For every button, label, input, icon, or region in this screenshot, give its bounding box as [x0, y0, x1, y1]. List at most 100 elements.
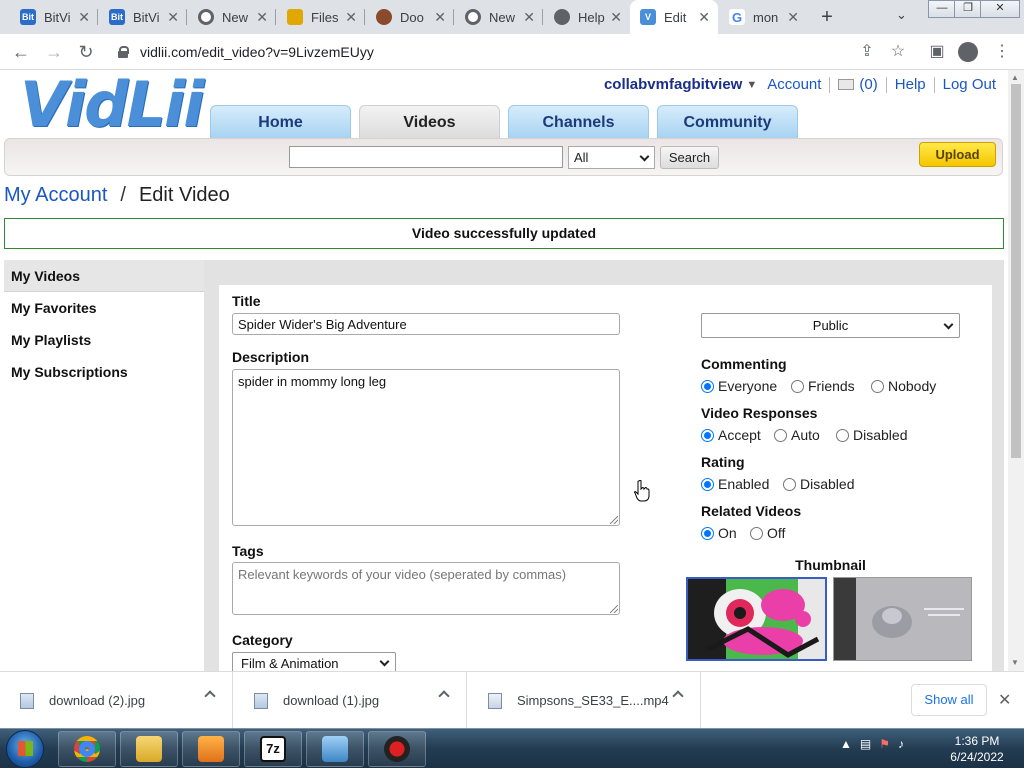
chevron-up-icon[interactable]: ▲: [840, 737, 852, 751]
close-icon[interactable]: ✕: [998, 690, 1011, 710]
thumbnail-option-selected[interactable]: [686, 577, 827, 661]
help-link[interactable]: Help: [895, 76, 926, 93]
browser-tab[interactable]: Help ✕: [544, 0, 630, 34]
browser-tab[interactable]: Bit BitVi ✕: [10, 0, 98, 34]
resize-handle-icon[interactable]: [610, 605, 618, 613]
thumbnail-option[interactable]: [833, 577, 972, 661]
radio-selected[interactable]: [701, 526, 714, 540]
browser-tab[interactable]: G mon ✕: [719, 0, 807, 34]
network-icon[interactable]: ▤: [860, 737, 871, 751]
close-tab-icon[interactable]: ✕: [523, 9, 535, 25]
description-textarea[interactable]: spider in mommy long leg: [232, 369, 620, 526]
browser-tab[interactable]: Files ✕: [277, 0, 365, 34]
search-input[interactable]: [289, 146, 563, 168]
related-off-radio[interactable]: Off: [750, 525, 785, 541]
chevron-up-icon[interactable]: [438, 690, 450, 702]
close-tab-icon[interactable]: ✕: [256, 9, 268, 25]
new-tab-button[interactable]: +: [817, 6, 837, 29]
nav-tab-home[interactable]: Home: [210, 105, 351, 138]
chevron-up-icon[interactable]: [204, 690, 216, 702]
browser-tab[interactable]: Bit BitVi ✕: [99, 0, 187, 34]
browser-tab[interactable]: New ✕: [188, 0, 276, 34]
radio-unselected[interactable]: [750, 526, 763, 540]
close-tab-icon[interactable]: ✕: [434, 9, 446, 25]
close-window-button[interactable]: ✕: [980, 0, 1020, 18]
scroll-up-arrow-icon[interactable]: ▲: [1011, 73, 1019, 82]
radio-unselected[interactable]: [791, 379, 804, 393]
privacy-select[interactable]: Public: [701, 313, 960, 338]
responses-disabled-radio[interactable]: Disabled: [836, 427, 907, 443]
taskbar-clock[interactable]: 1:36 PM 6/24/2022: [940, 733, 1014, 765]
taskbar-explorer[interactable]: [120, 731, 178, 767]
username-link[interactable]: collabvmfagbitview: [604, 76, 742, 93]
browser-tab[interactable]: Doo ✕: [366, 0, 454, 34]
close-tab-icon[interactable]: ✕: [167, 9, 179, 25]
download-item[interactable]: download (1).jpg: [234, 672, 467, 729]
profile-avatar-icon[interactable]: [958, 42, 978, 62]
mail-icon[interactable]: [838, 79, 855, 90]
action-center-icon[interactable]: ⚑: [879, 737, 890, 751]
radio-unselected[interactable]: [871, 379, 884, 393]
browser-tab-active[interactable]: V Edit ✕: [630, 0, 718, 34]
close-tab-icon[interactable]: ✕: [345, 9, 357, 25]
responses-accept-radio[interactable]: Accept: [701, 427, 761, 443]
rating-enabled-radio[interactable]: Enabled: [701, 476, 769, 492]
close-tab-icon[interactable]: ✕: [787, 9, 799, 25]
logout-link[interactable]: Log Out: [943, 76, 996, 93]
radio-unselected[interactable]: [783, 477, 796, 491]
reload-icon[interactable]: ↻: [75, 41, 97, 63]
maximize-button[interactable]: ❐: [954, 0, 982, 18]
sidebar-item-my-videos[interactable]: My Videos: [4, 260, 204, 292]
bookmark-star-icon[interactable]: ☆: [888, 42, 908, 62]
download-item[interactable]: Simpsons_SE33_E....mp4: [468, 672, 701, 729]
search-category-select[interactable]: All: [568, 146, 655, 169]
upload-button[interactable]: Upload: [919, 142, 996, 167]
tab-search-button[interactable]: ⌄: [896, 7, 907, 23]
rating-disabled-radio[interactable]: Disabled: [783, 476, 854, 492]
commenting-friends-radio[interactable]: Friends: [791, 378, 855, 394]
search-button[interactable]: Search: [660, 146, 719, 169]
close-tab-icon[interactable]: ✕: [78, 9, 90, 25]
volume-icon[interactable]: ♪: [898, 737, 904, 751]
radio-unselected[interactable]: [836, 428, 849, 442]
share-icon[interactable]: ⇪: [857, 42, 877, 62]
sidebar-item-my-playlists[interactable]: My Playlists: [4, 324, 204, 356]
commenting-everyone-radio[interactable]: Everyone: [701, 378, 777, 394]
nav-tab-community[interactable]: Community: [657, 105, 798, 138]
commenting-nobody-radio[interactable]: Nobody: [871, 378, 936, 394]
scrollbar-thumb[interactable]: [1011, 84, 1021, 458]
taskbar-7zip[interactable]: 7z: [244, 731, 302, 767]
side-panel-icon[interactable]: ▣: [927, 42, 947, 62]
back-icon[interactable]: ←: [10, 41, 32, 63]
close-tab-icon[interactable]: ✕: [610, 9, 622, 25]
account-link[interactable]: Account: [767, 76, 821, 93]
title-input[interactable]: Spider Wider's Big Adventure: [232, 313, 620, 335]
page-scrollbar[interactable]: ▲ ▼: [1008, 70, 1024, 671]
tags-textarea[interactable]: Relevant keywords of your video (seperat…: [232, 562, 620, 615]
radio-selected[interactable]: [701, 428, 714, 442]
close-tab-icon[interactable]: ✕: [698, 9, 710, 25]
download-item[interactable]: download (2).jpg: [0, 672, 233, 729]
scroll-down-arrow-icon[interactable]: ▼: [1011, 658, 1019, 667]
taskbar-chrome[interactable]: [58, 731, 116, 767]
browser-tab[interactable]: New ✕: [455, 0, 543, 34]
taskbar-media-player[interactable]: [182, 731, 240, 767]
nav-tab-videos[interactable]: Videos: [359, 105, 500, 138]
inbox-count[interactable]: (0): [859, 76, 877, 93]
address-bar[interactable]: vidlii.com/edit_video?v=9LivzemEUyy: [108, 39, 918, 65]
breadcrumb-my-account[interactable]: My Account: [4, 184, 107, 206]
minimize-button[interactable]: —: [928, 0, 956, 18]
nav-tab-channels[interactable]: Channels: [508, 105, 649, 138]
radio-selected[interactable]: [701, 477, 714, 491]
sidebar-item-my-subscriptions[interactable]: My Subscriptions: [4, 356, 204, 388]
start-button[interactable]: [6, 730, 44, 768]
sidebar-item-my-favorites[interactable]: My Favorites: [4, 292, 204, 324]
menu-kebab-icon[interactable]: ⋮: [992, 42, 1012, 62]
taskbar-recorder[interactable]: [368, 731, 426, 767]
taskbar-control-panel[interactable]: [306, 731, 364, 767]
show-all-button[interactable]: Show all: [911, 684, 987, 716]
vidlii-logo[interactable]: VidLii: [20, 72, 205, 138]
chevron-down-icon[interactable]: ▼: [746, 79, 757, 91]
chevron-up-icon[interactable]: [672, 690, 684, 702]
category-select[interactable]: Film & Animation: [232, 652, 396, 671]
